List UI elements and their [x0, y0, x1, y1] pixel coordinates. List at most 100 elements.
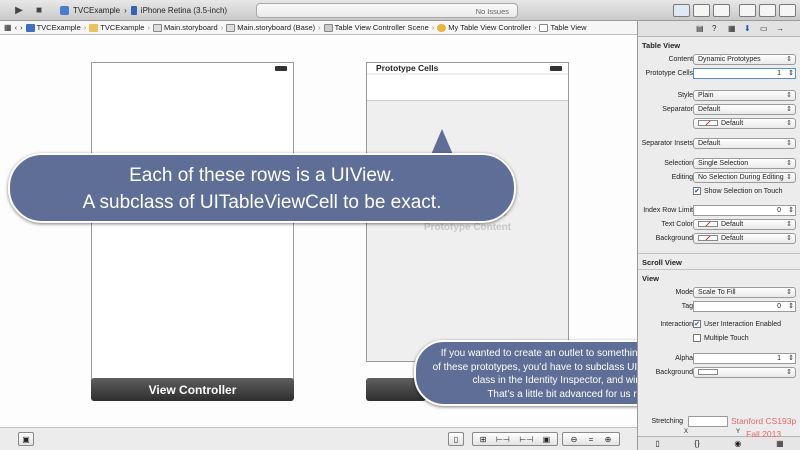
connections-inspector-icon[interactable]: →: [776, 24, 784, 33]
table-view-icon: [539, 23, 549, 32]
breadcrumb-project[interactable]: TVCExample: [25, 23, 81, 32]
stretching-x-label: X: [684, 429, 689, 435]
related-items-icon[interactable]: ▦: [4, 23, 12, 32]
breadcrumb-folder[interactable]: TVCExample: [89, 23, 144, 32]
stretching-x-field[interactable]: [688, 416, 728, 427]
autolayout-controls[interactable]: ⊞ ⊢⊣ ⊢⊣ ▣: [472, 432, 558, 446]
utilities-toggle-icon[interactable]: [779, 4, 796, 17]
checkmark-icon: ✔: [693, 320, 701, 328]
background-popup[interactable]: Default: [693, 233, 796, 244]
navigator-toggle-icon[interactable]: [739, 4, 756, 17]
prototype-cells-value: 1: [777, 70, 781, 77]
mode-popup[interactable]: Scale To Fill: [693, 287, 796, 298]
tag-field[interactable]: 0 ⇕: [693, 301, 796, 312]
breadcrumb-table-view[interactable]: Table View: [539, 23, 587, 32]
file-template-icon[interactable]: ▯: [655, 439, 659, 448]
breadcrumb-storyboard[interactable]: Main.storyboard: [152, 23, 218, 32]
run-icon[interactable]: ▶: [12, 4, 26, 17]
zoom-in-icon[interactable]: ⊕: [605, 435, 612, 444]
attributes-inspector-icon[interactable]: ⬇: [744, 24, 751, 33]
forward-icon[interactable]: ›: [20, 23, 23, 32]
breadcrumb-label: TVCExample: [36, 23, 81, 32]
prototype-cells-field[interactable]: 1 ⇕: [693, 68, 796, 79]
pin-icon[interactable]: ⊢⊣: [496, 435, 510, 444]
inspector-tabs: ▤ ? ▦ ⬇ ▭ →: [638, 21, 800, 37]
document-outline-toggle-icon[interactable]: ▣: [18, 432, 34, 446]
stretching-label: Stretching: [651, 418, 683, 425]
stepper-icon[interactable]: ⇕: [788, 302, 794, 310]
separator-popup[interactable]: Default: [693, 104, 796, 115]
index-row-limit-field[interactable]: 0 ⇕: [693, 205, 796, 216]
scene-icon: [323, 23, 333, 32]
resolve-icon[interactable]: ⊢⊣: [519, 435, 533, 444]
separator-color-popup[interactable]: Default: [693, 118, 796, 129]
storyboard-icon: [152, 23, 162, 32]
debug-toggle-icon[interactable]: [759, 4, 776, 17]
tag-value: 0: [777, 303, 781, 310]
folder-icon: [89, 23, 99, 32]
editing-popup[interactable]: No Selection During Editing: [693, 172, 796, 183]
breadcrumb-controller[interactable]: My Table View Controller: [437, 23, 531, 32]
identity-inspector-icon[interactable]: ▦: [728, 24, 736, 33]
scene-label-view-controller[interactable]: View Controller: [91, 378, 294, 401]
text-color-value: Default: [721, 221, 744, 228]
breadcrumb-label: Table View Controller Scene: [334, 23, 429, 32]
callout-rows-are-views: Each of these rows is a UIView. A subcla…: [8, 153, 516, 223]
app-icon: [60, 6, 69, 15]
status-bar: [92, 63, 293, 73]
back-icon[interactable]: ‹: [15, 23, 18, 32]
view-controller-scene[interactable]: [91, 62, 294, 398]
color-swatch: [698, 235, 718, 242]
stop-icon[interactable]: ■: [32, 4, 46, 17]
multiple-touch-checkbox[interactable]: Multiple Touch: [693, 334, 749, 342]
battery-icon: [550, 66, 562, 71]
show-selection-checkbox[interactable]: ✔ Show Selection on Touch: [693, 187, 782, 195]
breadcrumb-label: My Table View Controller: [448, 23, 531, 32]
file-inspector-icon[interactable]: ▤: [696, 24, 704, 33]
user-interaction-label: User Interaction Enabled: [704, 320, 782, 328]
scheme-selector[interactable]: TVCExample › iPhone Retina (3.5-inch): [60, 4, 250, 17]
zoom-out-icon[interactable]: ⊖: [571, 435, 578, 444]
prototype-cell[interactable]: [367, 75, 568, 101]
tag-label: Tag: [681, 303, 693, 310]
quick-help-icon[interactable]: ?: [712, 24, 716, 33]
jump-bar: ▦ ‹ › TVCExample › TVCExample › Main.story…: [0, 21, 637, 35]
scroll-view-section-header: Scroll View: [638, 253, 800, 269]
callout-line: Each of these rows is a UIView.: [129, 165, 395, 186]
style-popup[interactable]: Plain: [693, 90, 796, 101]
size-inspector-icon[interactable]: ▭: [760, 24, 768, 33]
resize-icon[interactable]: ▣: [543, 435, 551, 444]
separator-insets-popup[interactable]: Default: [693, 138, 796, 149]
breadcrumb-label: Table View: [550, 23, 587, 32]
selection-label: Selection: [664, 160, 693, 167]
size-toggle-icon[interactable]: ▯: [448, 432, 464, 446]
user-interaction-checkbox[interactable]: ✔ User Interaction Enabled: [693, 320, 781, 328]
callout-line: A subclass of UITableViewCell to be exac…: [82, 192, 442, 213]
text-color-popup[interactable]: Default: [693, 219, 796, 230]
controller-icon: [437, 23, 447, 32]
alpha-label: Alpha: [675, 355, 693, 362]
selection-popup[interactable]: Single Selection: [693, 158, 796, 169]
stepper-icon[interactable]: ⇕: [788, 206, 794, 214]
breadcrumb-scene[interactable]: Table View Controller Scene: [323, 23, 429, 32]
standard-editor-icon[interactable]: [673, 4, 690, 17]
zoom-controls[interactable]: ⊖ = ⊕: [562, 432, 620, 446]
version-editor-icon[interactable]: [713, 4, 730, 17]
alpha-field[interactable]: 1 ⇕: [693, 353, 796, 364]
assistant-editor-icon[interactable]: [693, 4, 710, 17]
stepper-icon[interactable]: ⇕: [788, 69, 794, 77]
background2-popup[interactable]: [693, 367, 796, 378]
background-label: Background: [655, 235, 693, 242]
chevron-right-icon: ›: [124, 6, 127, 15]
mode-label: Mode: [675, 289, 693, 296]
device-name: iPhone Retina (3.5-inch): [140, 6, 228, 15]
stepper-icon[interactable]: ⇕: [788, 354, 794, 362]
credit-line: Fall 2013: [746, 429, 782, 439]
content-popup[interactable]: Dynamic Prototypes: [693, 54, 796, 65]
breadcrumb-storyboard-base[interactable]: Main.storyboard (Base): [226, 23, 315, 32]
code-snippet-icon[interactable]: {}: [694, 439, 699, 448]
editing-label: Editing: [671, 174, 693, 181]
align-icon[interactable]: ⊞: [480, 435, 487, 444]
zoom-fit-icon[interactable]: =: [589, 435, 594, 444]
device-icon: [130, 6, 137, 15]
